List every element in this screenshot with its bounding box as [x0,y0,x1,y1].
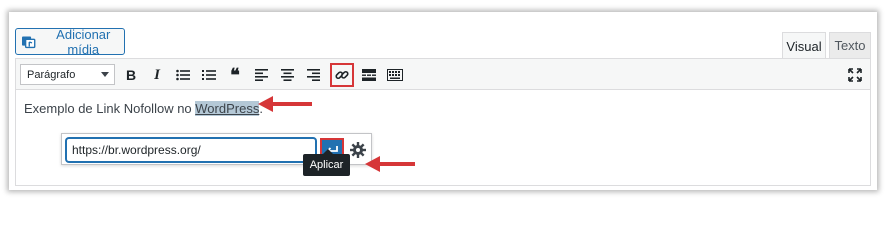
chevron-down-icon [101,72,109,77]
gear-icon [350,142,366,158]
read-more-button[interactable] [358,64,380,86]
align-right-button[interactable] [302,64,324,86]
content-text-before: Exemplo de Link Nofollow no [24,101,196,116]
italic-button[interactable]: I [146,64,168,86]
add-media-button[interactable]: Adicionar mídia [15,26,125,57]
tab-text[interactable]: Texto [829,32,871,58]
editor-content[interactable]: Exemplo de Link Nofollow no WordPress. [24,101,263,116]
align-left-icon [254,69,268,81]
url-input[interactable] [66,138,316,162]
format-select-value: Parágrafo [27,68,76,81]
format-select[interactable]: Parágrafo [20,64,115,85]
media-icon [22,36,36,48]
red-arrow-icon [258,96,312,112]
toolbar-toggle-icon [387,69,403,81]
bullet-list-button[interactable] [172,64,194,86]
add-media-label: Adicionar mídia [56,26,111,57]
bold-label: B [125,67,137,83]
align-left-button[interactable] [250,64,272,86]
editor-card: Adicionar mídia Visual Texto Parágrafo B… [9,12,877,190]
insert-link-button[interactable] [330,63,354,87]
numbered-list-icon [202,70,216,80]
fullscreen-button[interactable] [844,64,866,86]
red-arrow-icon [365,156,415,172]
bullet-list-icon [176,69,190,81]
italic-label: I [154,66,160,83]
align-center-icon [280,69,294,81]
bold-button[interactable]: B [120,64,142,86]
read-more-icon [362,69,376,81]
numbered-list-button[interactable] [198,64,220,86]
apply-tooltip: Aplicar [303,154,350,176]
linked-word[interactable]: WordPress [195,101,260,116]
align-right-icon [306,69,320,81]
toolbar-toggle-button[interactable] [384,64,406,86]
fullscreen-icon [848,68,862,82]
editor-toolbar: Parágrafo B I ❝ [16,59,870,90]
tab-visual[interactable]: Visual [782,32,826,59]
blockquote-button[interactable]: ❝ [224,64,246,86]
blockquote-icon: ❝ [230,64,240,86]
editor-area: Parágrafo B I ❝ Exemplo de Link Nofollow… [15,58,871,186]
link-icon [335,70,349,80]
align-center-button[interactable] [276,64,298,86]
